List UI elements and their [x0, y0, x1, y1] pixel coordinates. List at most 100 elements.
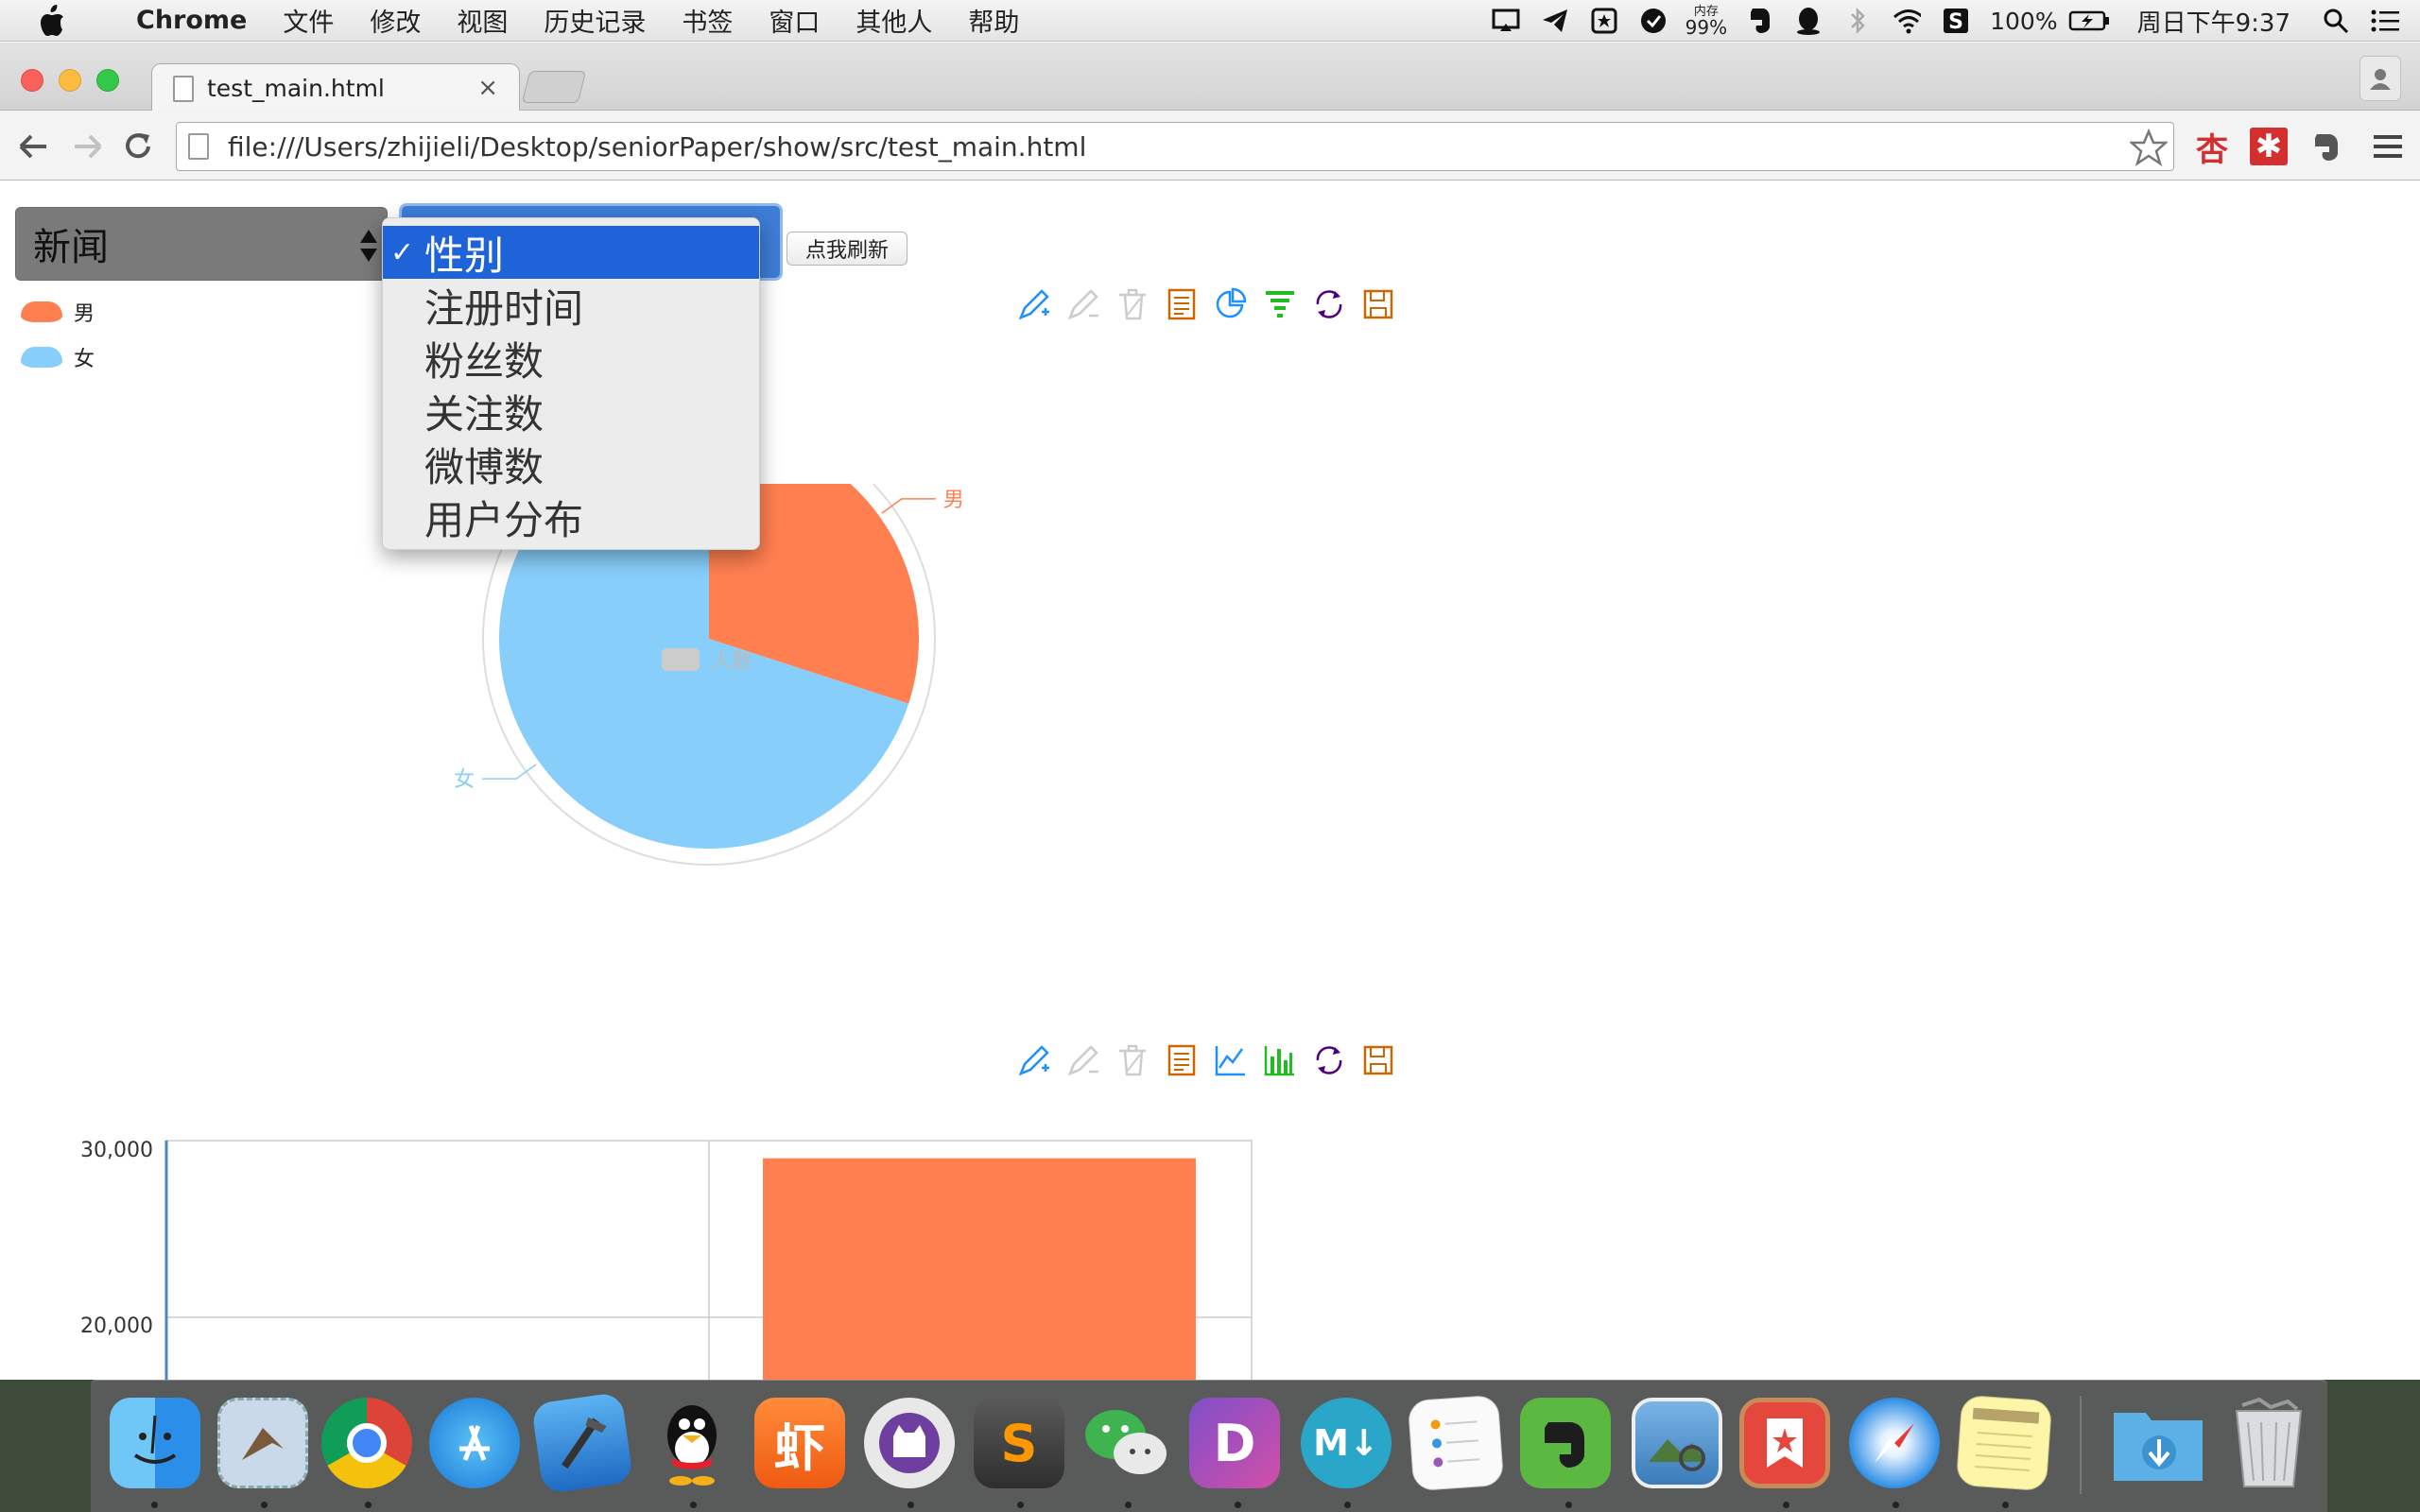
tab-test-main[interactable]: test_main.html × [151, 63, 520, 112]
chrome-icon[interactable] [321, 1398, 412, 1488]
finder-icon[interactable] [110, 1398, 200, 1488]
data-view-icon[interactable] [1165, 287, 1199, 321]
checkmark-circle-icon[interactable] [1639, 7, 1668, 35]
legend-swatch-female [21, 347, 62, 368]
wechat-icon[interactable] [1081, 1398, 1172, 1488]
downloads-folder-icon[interactable] [2112, 1398, 2203, 1488]
evernote-icon[interactable] [1520, 1398, 1611, 1488]
restore-icon[interactable] [1312, 1043, 1346, 1077]
data-view-icon[interactable] [1165, 1043, 1199, 1077]
menu-help[interactable]: 帮助 [968, 2, 1019, 39]
battery-percent[interactable]: 100% [1990, 8, 2057, 35]
profile-button[interactable] [2360, 56, 2401, 101]
address-bar[interactable]: file:///Users/zhijieli/Desktop/seniorPap… [176, 122, 2174, 171]
menu-history[interactable]: 历史记录 [544, 2, 646, 39]
legend-swatch-male [21, 301, 62, 322]
evernote-extension-icon[interactable] [2307, 128, 2344, 165]
menu-app-name[interactable]: Chrome [136, 6, 247, 35]
funnel-icon[interactable] [1263, 287, 1297, 321]
safari-icon[interactable] [1849, 1398, 1940, 1488]
chrome-menu-icon[interactable] [2369, 128, 2407, 165]
mark-icon[interactable] [1017, 287, 1051, 321]
legend-item-female[interactable]: 女 [21, 335, 95, 380]
y-tick-20000: 20,000 [80, 1314, 153, 1338]
legend-label-count[interactable]: 人数 [711, 644, 752, 675]
trash-icon[interactable] [2223, 1398, 2314, 1488]
bookmark-app-icon[interactable] [1590, 7, 1618, 35]
dash-icon[interactable]: D [1189, 1398, 1280, 1488]
select-arrows-icon [360, 230, 377, 262]
sublime-text-icon[interactable]: S [974, 1398, 1064, 1488]
option-register-time[interactable]: 注册时间 [383, 279, 759, 332]
menu-file[interactable]: 文件 [283, 2, 334, 39]
save-image-icon[interactable] [1361, 287, 1395, 321]
close-window-button[interactable] [21, 69, 43, 92]
forward-button[interactable] [66, 126, 108, 167]
mail-icon[interactable] [217, 1398, 308, 1488]
mark-undo-icon[interactable] [1066, 1043, 1100, 1077]
sublime-status-icon[interactable]: S [1942, 7, 1970, 35]
url-text[interactable]: file:///Users/zhijieli/Desktop/seniorPap… [228, 131, 1086, 163]
battery-icon[interactable] [2068, 7, 2110, 35]
spotlight-search-icon[interactable] [2322, 7, 2350, 35]
category-select[interactable]: 新闻 [15, 207, 388, 281]
line-chart-icon[interactable] [1214, 1043, 1248, 1077]
bar-chart-icon[interactable] [1263, 1043, 1297, 1077]
github-icon[interactable] [864, 1398, 955, 1488]
dash-glyph: D [1213, 1413, 1256, 1473]
notification-center-icon[interactable] [2371, 7, 2399, 35]
airplay-icon[interactable] [1492, 7, 1520, 35]
menu-edit[interactable]: 修改 [370, 2, 421, 39]
menu-view[interactable]: 视图 [457, 2, 508, 39]
preview-icon[interactable] [1632, 1398, 1722, 1488]
pie-icon[interactable] [1214, 287, 1248, 321]
telegram-icon[interactable] [1541, 7, 1569, 35]
new-tab-button[interactable] [521, 71, 587, 103]
xcode-icon[interactable] [530, 1391, 634, 1495]
legend-label-female: 女 [74, 348, 95, 371]
apple-icon[interactable] [34, 3, 70, 39]
mark-undo-icon[interactable] [1066, 287, 1100, 321]
macdown-icon[interactable]: M↓ [1301, 1398, 1392, 1488]
tab-close-icon[interactable]: × [477, 74, 498, 102]
bar[interactable] [763, 1158, 1196, 1380]
mark-clear-icon[interactable] [1115, 287, 1150, 321]
menu-people[interactable]: 其他人 [856, 2, 932, 39]
option-following[interactable]: 关注数 [383, 385, 759, 438]
menu-window[interactable]: 窗口 [769, 2, 820, 39]
qq-icon[interactable] [647, 1398, 737, 1488]
option-followers[interactable]: 粉丝数 [383, 332, 759, 385]
xiami-icon[interactable]: 虾 [754, 1398, 845, 1488]
browser-toolbar: file:///Users/zhijieli/Desktop/seniorPap… [0, 111, 2420, 180]
back-button[interactable] [13, 126, 55, 167]
wifi-icon[interactable] [1893, 7, 1922, 35]
option-user-distribution[interactable]: 用户分布 [383, 490, 759, 543]
option-weibo-count[interactable]: 微博数 [383, 438, 759, 490]
app-store-icon[interactable] [429, 1398, 520, 1488]
bookmark-star-icon[interactable] [2130, 129, 2168, 166]
mark-clear-icon[interactable] [1115, 1043, 1150, 1077]
legend-item-male[interactable]: 男 [21, 289, 95, 335]
reload-button[interactable] [117, 126, 159, 167]
apricot-extension-icon[interactable]: 杏 [2193, 128, 2231, 169]
reminders-icon[interactable] [1407, 1394, 1505, 1492]
running-indicator [1783, 1502, 1789, 1508]
restore-icon[interactable] [1312, 287, 1346, 321]
notes-icon[interactable] [1955, 1394, 2053, 1492]
memory-monitor[interactable]: 内存 99% [1685, 6, 1727, 37]
refresh-button[interactable]: 点我刷新 [786, 232, 908, 266]
category-select-value: 新闻 [33, 226, 109, 269]
menu-bookmarks[interactable]: 书签 [682, 2, 733, 39]
lastpass-extension-icon[interactable]: ✱ [2250, 128, 2288, 165]
mark-icon[interactable] [1017, 1043, 1051, 1077]
save-image-icon[interactable] [1361, 1043, 1395, 1077]
wunderlist-icon[interactable] [1739, 1398, 1830, 1488]
evernote-status-icon[interactable] [1745, 7, 1773, 35]
option-gender[interactable]: ✓ 性别 [383, 226, 759, 279]
clock[interactable]: 周日下午9:37 [2137, 4, 2290, 39]
bluetooth-icon[interactable] [1843, 7, 1872, 35]
web-page: 新闻 点我刷新 男 女 男女 ✓ 性别 注册时间 粉丝数 关注数 微博数 用户分布… [0, 181, 2420, 1380]
zoom-window-button[interactable] [96, 69, 119, 92]
minimize-window-button[interactable] [59, 69, 81, 92]
qq-status-icon[interactable] [1794, 7, 1823, 35]
